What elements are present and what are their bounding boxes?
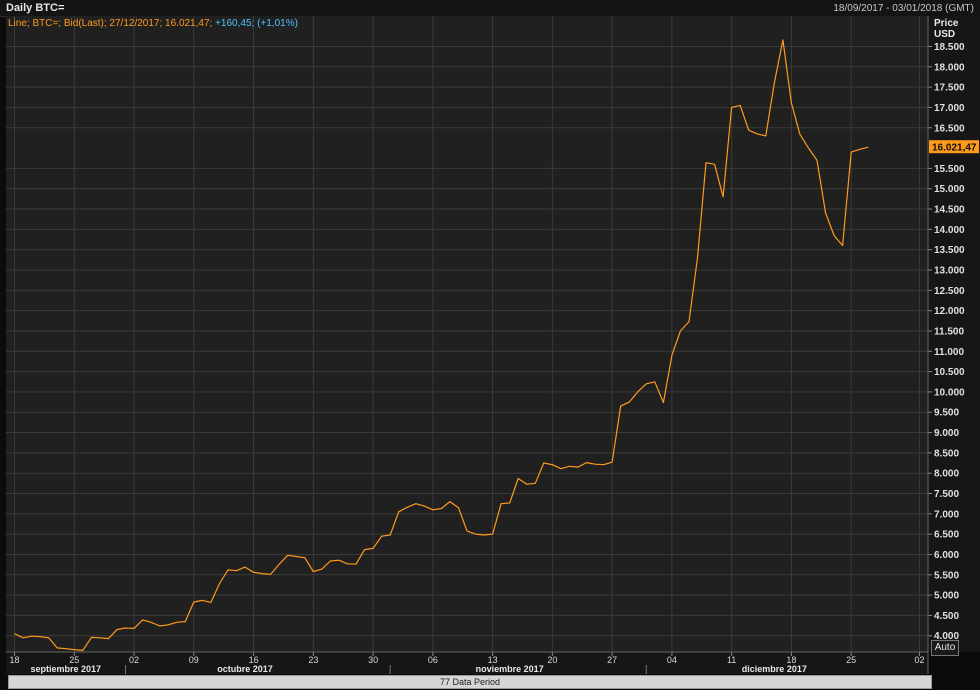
x-tick-label: 20 xyxy=(547,655,557,665)
y-tick-label: 18.000 xyxy=(934,62,965,73)
y-tick-label: 10.000 xyxy=(934,387,965,398)
y-tick-label: 4.500 xyxy=(934,611,959,622)
x-tick-label: 30 xyxy=(368,655,378,665)
plot-area xyxy=(6,16,928,652)
month-label: diciembre 2017 xyxy=(742,664,807,674)
legend-change: +160,45; (+1,01%) xyxy=(215,18,298,29)
x-tick-label: 11 xyxy=(727,655,736,665)
y-tick-label: 17.000 xyxy=(934,103,965,114)
y-tick-label: 5.000 xyxy=(934,591,959,602)
y-tick-label: 10.500 xyxy=(934,367,965,378)
y-tick-label: 7.500 xyxy=(934,489,959,500)
y-tick-label: 7.000 xyxy=(934,509,959,520)
y-axis-title-price: Price xyxy=(934,18,959,29)
x-tick-label: 04 xyxy=(667,655,677,665)
x-tick-label: 09 xyxy=(189,655,199,665)
y-axis-title: Price USD xyxy=(934,18,958,40)
y-tick-label: 18.500 xyxy=(934,42,965,53)
y-tick-label: 9.000 xyxy=(934,428,959,439)
y-tick-label: 17.500 xyxy=(934,83,965,94)
y-tick-label: 14.000 xyxy=(934,225,965,236)
y-tick-label: 11.000 xyxy=(934,347,964,358)
y-tick-label: 9.500 xyxy=(934,408,959,419)
x-tick-label: 06 xyxy=(428,655,438,665)
series-legend: Line; BTC=; Bid(Last); 27/12/2017; 16.02… xyxy=(8,18,298,29)
month-label: noviembre 2017 xyxy=(476,664,544,674)
month-label: septiembre 2017 xyxy=(30,664,101,674)
y-tick-label: 15.000 xyxy=(934,184,965,195)
y-tick-label: 12.000 xyxy=(934,306,965,317)
y-axis-title-unit: USD xyxy=(934,29,956,40)
y-tick-label: 12.500 xyxy=(934,286,965,297)
price-chart[interactable]: 4.0004.5005.0005.5006.0006.5007.0007.500… xyxy=(0,0,980,690)
y-tick-label: 8.000 xyxy=(934,469,959,480)
x-tick-label: 18 xyxy=(10,655,20,665)
y-tick-label: 5.500 xyxy=(934,570,959,581)
y-tick-label: 15.500 xyxy=(934,164,965,175)
month-label: octubre 2017 xyxy=(217,664,273,674)
y-tick-label: 6.500 xyxy=(934,530,959,541)
last-price-label: 16.021,47 xyxy=(932,143,977,154)
y-tick-label: 6.000 xyxy=(934,550,959,561)
y-tick-label: 16.500 xyxy=(934,123,965,134)
x-tick-label: 27 xyxy=(607,655,617,665)
x-tick-label: 02 xyxy=(914,655,924,665)
y-tick-label: 14.500 xyxy=(934,205,965,216)
y-tick-label: 13.500 xyxy=(934,245,965,256)
legend-series-info: Line; BTC=; Bid(Last); 27/12/2017; 16.02… xyxy=(8,18,213,29)
x-tick-label: 25 xyxy=(846,655,856,665)
chart-window: Daily BTC= 18/09/2017 - 03/01/2018 (GMT)… xyxy=(0,0,980,690)
y-tick-label: 8.500 xyxy=(934,448,959,459)
x-tick-label: 23 xyxy=(308,655,318,665)
y-tick-label: 11.500 xyxy=(934,326,964,337)
data-period-scrollbar[interactable]: 77 Data Period xyxy=(8,675,932,689)
auto-scale-button[interactable]: Auto xyxy=(931,640,959,656)
y-tick-label: 13.000 xyxy=(934,265,965,276)
x-tick-label: 02 xyxy=(129,655,139,665)
